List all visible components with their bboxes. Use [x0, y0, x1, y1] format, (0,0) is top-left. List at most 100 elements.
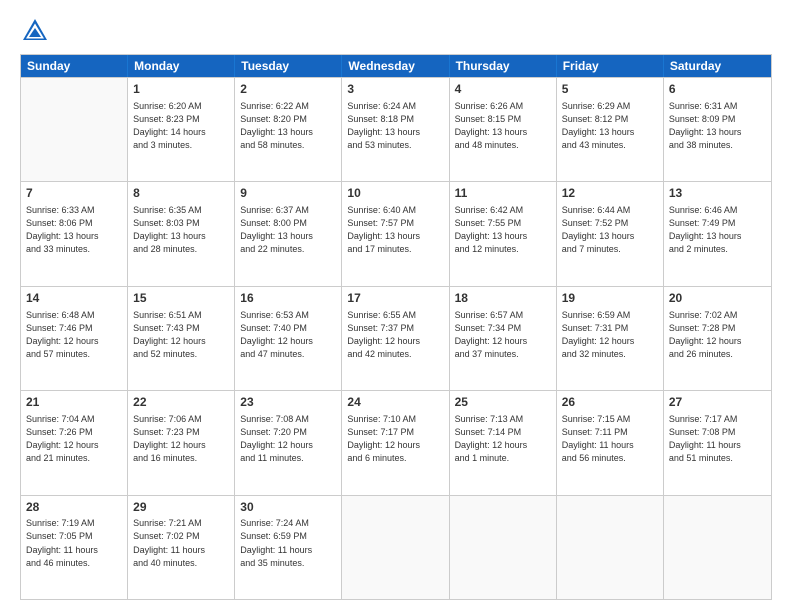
calendar-cell: 23 Sunrise: 7:08 AM Sunset: 7:20 PM Dayli…	[235, 391, 342, 494]
day-number: 20	[669, 290, 766, 307]
page: SundayMondayTuesdayWednesdayThursdayFrid…	[0, 0, 792, 612]
day-info: Sunrise: 6:35 AM Sunset: 8:03 PM Dayligh…	[133, 204, 229, 256]
calendar-row-4: 28Sunrise: 7:19 AM Sunset: 7:05 PM Dayli…	[21, 495, 771, 599]
day-number: 27	[669, 394, 766, 411]
logo-icon	[20, 16, 50, 46]
calendar-row-3: 21 Sunrise: 7:04 AM Sunset: 7:26 PM Dayli…	[21, 390, 771, 494]
header-day-monday: Monday	[128, 55, 235, 77]
calendar-header: SundayMondayTuesdayWednesdayThursdayFrid…	[21, 55, 771, 77]
day-number: 16	[240, 290, 336, 307]
day-number: 28	[26, 499, 122, 516]
day-number: 14	[26, 290, 122, 307]
day-number: 30	[240, 499, 336, 516]
day-info: Sunrise: 6:53 AM Sunset: 7:40 PM Dayligh…	[240, 309, 336, 361]
day-info: Sunrise: 7:24 AM Sunset: 6:59 PM Dayligh…	[240, 517, 336, 569]
day-info: Sunrise: 6:46 AM Sunset: 7:49 PM Dayligh…	[669, 204, 766, 256]
calendar-cell: 24 Sunrise: 7:10 AM Sunset: 7:17 PM Dayli…	[342, 391, 449, 494]
day-number: 17	[347, 290, 443, 307]
day-info: Sunrise: 6:37 AM Sunset: 8:00 PM Dayligh…	[240, 204, 336, 256]
calendar-cell: 25 Sunrise: 7:13 AM Sunset: 7:14 PM Dayli…	[450, 391, 557, 494]
calendar-cell: 3 Sunrise: 6:24 AM Sunset: 8:18 PM Daylig…	[342, 78, 449, 181]
calendar-cell: 16 Sunrise: 6:53 AM Sunset: 7:40 PM Dayli…	[235, 287, 342, 390]
calendar-cell: 21 Sunrise: 7:04 AM Sunset: 7:26 PM Dayli…	[21, 391, 128, 494]
day-info: Sunrise: 6:26 AM Sunset: 8:15 PM Dayligh…	[455, 100, 551, 152]
day-info: Sunrise: 6:29 AM Sunset: 8:12 PM Dayligh…	[562, 100, 658, 152]
day-info: Sunrise: 7:02 AM Sunset: 7:28 PM Dayligh…	[669, 309, 766, 361]
day-number: 5	[562, 81, 658, 98]
day-info: Sunrise: 7:08 AM Sunset: 7:20 PM Dayligh…	[240, 413, 336, 465]
day-info: Sunrise: 6:57 AM Sunset: 7:34 PM Dayligh…	[455, 309, 551, 361]
header-day-thursday: Thursday	[450, 55, 557, 77]
calendar-cell: 2Sunrise: 6:22 AM Sunset: 8:20 PM Daylig…	[235, 78, 342, 181]
calendar-row-0: 1 Sunrise: 6:20 AM Sunset: 8:23 PM Daylig…	[21, 77, 771, 181]
day-number: 11	[455, 185, 551, 202]
day-number: 15	[133, 290, 229, 307]
calendar-cell: 4 Sunrise: 6:26 AM Sunset: 8:15 PM Daylig…	[450, 78, 557, 181]
calendar-cell: 10 Sunrise: 6:40 AM Sunset: 7:57 PM Dayli…	[342, 182, 449, 285]
day-number: 3	[347, 81, 443, 98]
day-number: 18	[455, 290, 551, 307]
calendar-cell: 15 Sunrise: 6:51 AM Sunset: 7:43 PM Dayli…	[128, 287, 235, 390]
day-info: Sunrise: 7:10 AM Sunset: 7:17 PM Dayligh…	[347, 413, 443, 465]
calendar-cell: 5 Sunrise: 6:29 AM Sunset: 8:12 PM Daylig…	[557, 78, 664, 181]
header-day-sunday: Sunday	[21, 55, 128, 77]
day-number: 1	[133, 81, 229, 98]
calendar-cell: 28Sunrise: 7:19 AM Sunset: 7:05 PM Dayli…	[21, 496, 128, 599]
calendar-cell: 13 Sunrise: 6:46 AM Sunset: 7:49 PM Dayli…	[664, 182, 771, 285]
day-number: 9	[240, 185, 336, 202]
calendar-row-2: 14 Sunrise: 6:48 AM Sunset: 7:46 PM Dayli…	[21, 286, 771, 390]
day-info: Sunrise: 7:13 AM Sunset: 7:14 PM Dayligh…	[455, 413, 551, 465]
calendar-cell: 29Sunrise: 7:21 AM Sunset: 7:02 PM Dayli…	[128, 496, 235, 599]
day-info: Sunrise: 6:24 AM Sunset: 8:18 PM Dayligh…	[347, 100, 443, 152]
calendar-cell: 19 Sunrise: 6:59 AM Sunset: 7:31 PM Dayli…	[557, 287, 664, 390]
calendar-body: 1 Sunrise: 6:20 AM Sunset: 8:23 PM Daylig…	[21, 77, 771, 599]
day-info: Sunrise: 6:20 AM Sunset: 8:23 PM Dayligh…	[133, 100, 229, 152]
calendar-cell: 27Sunrise: 7:17 AM Sunset: 7:08 PM Dayli…	[664, 391, 771, 494]
day-info: Sunrise: 6:51 AM Sunset: 7:43 PM Dayligh…	[133, 309, 229, 361]
day-info: Sunrise: 6:31 AM Sunset: 8:09 PM Dayligh…	[669, 100, 766, 152]
day-info: Sunrise: 6:44 AM Sunset: 7:52 PM Dayligh…	[562, 204, 658, 256]
calendar-cell: 17 Sunrise: 6:55 AM Sunset: 7:37 PM Dayli…	[342, 287, 449, 390]
calendar-row-1: 7Sunrise: 6:33 AM Sunset: 8:06 PM Daylig…	[21, 181, 771, 285]
day-number: 10	[347, 185, 443, 202]
day-info: Sunrise: 7:06 AM Sunset: 7:23 PM Dayligh…	[133, 413, 229, 465]
day-number: 29	[133, 499, 229, 516]
calendar-cell: 20 Sunrise: 7:02 AM Sunset: 7:28 PM Dayli…	[664, 287, 771, 390]
day-number: 8	[133, 185, 229, 202]
logo	[20, 16, 54, 46]
day-number: 23	[240, 394, 336, 411]
header	[20, 16, 772, 46]
day-info: Sunrise: 6:40 AM Sunset: 7:57 PM Dayligh…	[347, 204, 443, 256]
calendar-cell: 26 Sunrise: 7:15 AM Sunset: 7:11 PM Dayli…	[557, 391, 664, 494]
calendar-cell: 14 Sunrise: 6:48 AM Sunset: 7:46 PM Dayli…	[21, 287, 128, 390]
day-info: Sunrise: 6:55 AM Sunset: 7:37 PM Dayligh…	[347, 309, 443, 361]
header-day-saturday: Saturday	[664, 55, 771, 77]
day-number: 25	[455, 394, 551, 411]
day-info: Sunrise: 7:04 AM Sunset: 7:26 PM Dayligh…	[26, 413, 122, 465]
day-number: 22	[133, 394, 229, 411]
calendar-cell: 18 Sunrise: 6:57 AM Sunset: 7:34 PM Dayli…	[450, 287, 557, 390]
day-number: 19	[562, 290, 658, 307]
day-info: Sunrise: 7:21 AM Sunset: 7:02 PM Dayligh…	[133, 517, 229, 569]
day-number: 7	[26, 185, 122, 202]
day-number: 26	[562, 394, 658, 411]
day-number: 13	[669, 185, 766, 202]
day-info: Sunrise: 6:59 AM Sunset: 7:31 PM Dayligh…	[562, 309, 658, 361]
day-number: 4	[455, 81, 551, 98]
day-info: Sunrise: 6:48 AM Sunset: 7:46 PM Dayligh…	[26, 309, 122, 361]
day-info: Sunrise: 6:42 AM Sunset: 7:55 PM Dayligh…	[455, 204, 551, 256]
day-info: Sunrise: 6:22 AM Sunset: 8:20 PM Dayligh…	[240, 100, 336, 152]
day-number: 24	[347, 394, 443, 411]
calendar-cell: 11 Sunrise: 6:42 AM Sunset: 7:55 PM Dayli…	[450, 182, 557, 285]
day-info: Sunrise: 7:19 AM Sunset: 7:05 PM Dayligh…	[26, 517, 122, 569]
calendar-cell	[342, 496, 449, 599]
header-day-wednesday: Wednesday	[342, 55, 449, 77]
calendar-cell: 6Sunrise: 6:31 AM Sunset: 8:09 PM Daylig…	[664, 78, 771, 181]
calendar-cell	[21, 78, 128, 181]
day-info: Sunrise: 7:15 AM Sunset: 7:11 PM Dayligh…	[562, 413, 658, 465]
header-day-friday: Friday	[557, 55, 664, 77]
calendar-cell	[450, 496, 557, 599]
calendar-cell: 30Sunrise: 7:24 AM Sunset: 6:59 PM Dayli…	[235, 496, 342, 599]
calendar-cell: 1 Sunrise: 6:20 AM Sunset: 8:23 PM Daylig…	[128, 78, 235, 181]
day-number: 21	[26, 394, 122, 411]
